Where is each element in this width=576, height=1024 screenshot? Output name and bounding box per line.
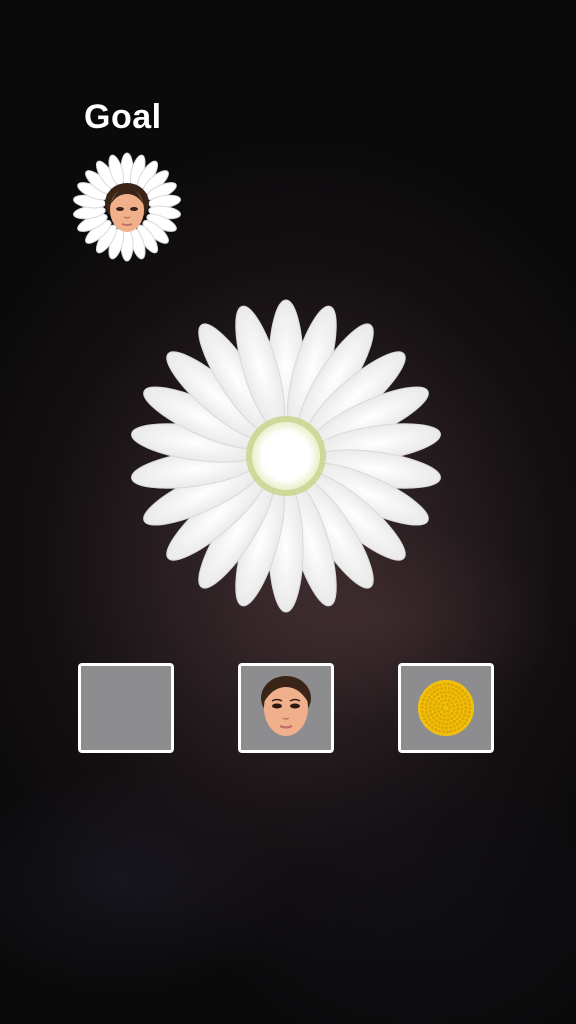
goal-flower-with-face-icon	[73, 152, 181, 262]
yellow-flower-center-icon	[418, 680, 474, 736]
choice-yellow-center-tile[interactable]	[398, 663, 494, 753]
main-daisy-flower	[131, 299, 441, 613]
flower-center	[252, 422, 320, 490]
goal-title: Goal	[84, 98, 162, 136]
blank-tile-icon	[81, 666, 171, 750]
choice-face-tile[interactable]	[238, 663, 334, 753]
choice-blank-tile[interactable]	[78, 663, 174, 753]
face-icon	[261, 676, 311, 736]
